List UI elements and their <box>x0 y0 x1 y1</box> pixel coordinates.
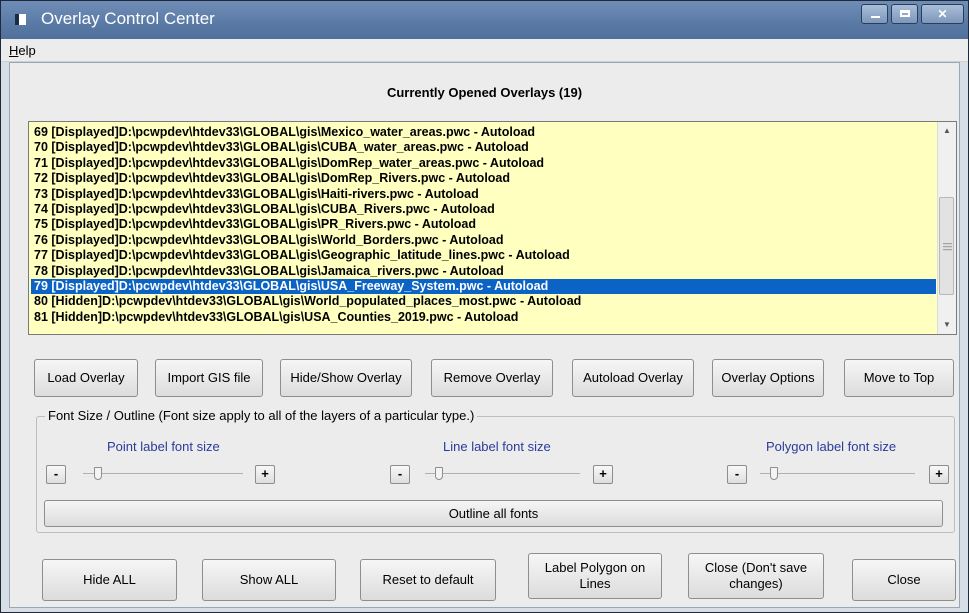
reset-to-default-button[interactable]: Reset to default <box>360 559 496 601</box>
list-scrollbar[interactable]: ▲ — — — ▼ <box>937 122 956 334</box>
scroll-up-icon[interactable]: ▲ <box>938 122 956 140</box>
minimize-icon <box>871 16 880 18</box>
list-item[interactable]: 81 [Hidden]D:\pcwpdev\htdev33\GLOBAL\gis… <box>31 310 936 325</box>
list-item[interactable]: 74 [Displayed]D:\pcwpdev\htdev33\GLOBAL\… <box>31 202 936 217</box>
line-label-font-size-label: Line label font size <box>443 439 551 454</box>
polygon-font-decrease-button[interactable]: - <box>727 465 747 484</box>
font-group-legend: Font Size / Outline (Font size apply to … <box>45 408 478 423</box>
maximize-icon <box>900 10 910 17</box>
line-font-slider-track[interactable] <box>425 473 580 477</box>
point-label-font-size-label: Point label font size <box>107 439 220 454</box>
remove-overlay-button[interactable]: Remove Overlay <box>431 359 553 397</box>
scroll-grip-icon: — — — <box>943 238 952 254</box>
menu-help[interactable]: Help <box>9 43 36 58</box>
scroll-down-icon[interactable]: ▼ <box>938 316 956 334</box>
polygon-font-increase-button[interactable]: + <box>929 465 949 484</box>
scroll-thumb[interactable]: — — — <box>939 197 954 295</box>
point-font-decrease-button[interactable]: - <box>46 465 66 484</box>
move-to-top-button[interactable]: Move to Top <box>844 359 954 397</box>
list-item[interactable]: 69 [Displayed]D:\pcwpdev\htdev33\GLOBAL\… <box>31 125 936 140</box>
point-font-increase-button[interactable]: + <box>255 465 275 484</box>
overlay-list[interactable]: 69 [Displayed]D:\pcwpdev\htdev33\GLOBAL\… <box>28 121 957 335</box>
list-item[interactable]: 77 [Displayed]D:\pcwpdev\htdev33\GLOBAL\… <box>31 248 936 263</box>
outline-all-fonts-button[interactable]: Outline all fonts <box>44 500 943 527</box>
point-font-slider-track[interactable] <box>83 473 243 477</box>
menu-bar: Help <box>1 39 968 62</box>
overlays-heading: Currently Opened Overlays (19) <box>386 85 583 100</box>
point-font-slider-thumb[interactable] <box>94 467 102 480</box>
hide-show-overlay-button[interactable]: Hide/Show Overlay <box>280 359 412 397</box>
menu-help-rest: elp <box>18 43 36 58</box>
close-button[interactable]: Close <box>852 559 956 601</box>
title-bar[interactable]: Overlay Control Center ✕ <box>1 1 968 39</box>
close-window-button[interactable]: ✕ <box>921 4 964 24</box>
overlay-options-button[interactable]: Overlay Options <box>712 359 824 397</box>
line-font-slider-thumb[interactable] <box>435 467 443 480</box>
overlay-list-items: 69 [Displayed]D:\pcwpdev\htdev33\GLOBAL\… <box>31 125 936 325</box>
list-item[interactable]: 75 [Displayed]D:\pcwpdev\htdev33\GLOBAL\… <box>31 217 936 232</box>
show-all-button[interactable]: Show ALL <box>202 559 336 601</box>
window-title: Overlay Control Center <box>41 9 215 28</box>
list-item[interactable]: 70 [Displayed]D:\pcwpdev\htdev33\GLOBAL\… <box>31 140 936 155</box>
minimize-button[interactable] <box>861 4 888 24</box>
label-polygon-on-lines-button[interactable]: Label Polygon on Lines <box>528 553 662 599</box>
overlay-control-window: Overlay Control Center ✕ Help Currently … <box>0 0 969 613</box>
list-item[interactable]: 71 [Displayed]D:\pcwpdev\htdev33\GLOBAL\… <box>31 156 936 171</box>
list-item[interactable]: 72 [Displayed]D:\pcwpdev\htdev33\GLOBAL\… <box>31 171 936 186</box>
list-item[interactable]: 76 [Displayed]D:\pcwpdev\htdev33\GLOBAL\… <box>31 233 936 248</box>
client-area: Currently Opened Overlays (19) 69 [Displ… <box>9 62 960 608</box>
close-dont-save-button[interactable]: Close (Don't save changes) <box>688 553 824 599</box>
list-item[interactable]: 80 [Hidden]D:\pcwpdev\htdev33\GLOBAL\gis… <box>31 294 936 309</box>
menu-help-mnemonic: H <box>9 43 19 58</box>
load-overlay-button[interactable]: Load Overlay <box>34 359 138 397</box>
polygon-font-slider-track[interactable] <box>760 473 915 477</box>
list-item[interactable]: 73 [Displayed]D:\pcwpdev\htdev33\GLOBAL\… <box>31 187 936 202</box>
app-icon <box>15 14 26 25</box>
import-gis-button[interactable]: Import GIS file <box>155 359 263 397</box>
list-item[interactable]: 78 [Displayed]D:\pcwpdev\htdev33\GLOBAL\… <box>31 264 936 279</box>
maximize-button[interactable] <box>891 4 918 24</box>
polygon-font-slider-thumb[interactable] <box>770 467 778 480</box>
list-item[interactable]: 79 [Displayed]D:\pcwpdev\htdev33\GLOBAL\… <box>31 278 936 295</box>
polygon-label-font-size-label: Polygon label font size <box>766 439 897 454</box>
autoload-overlay-button[interactable]: Autoload Overlay <box>572 359 694 397</box>
close-icon: ✕ <box>937 7 948 21</box>
line-font-increase-button[interactable]: + <box>593 465 613 484</box>
line-font-decrease-button[interactable]: - <box>390 465 410 484</box>
hide-all-button[interactable]: Hide ALL <box>42 559 177 601</box>
